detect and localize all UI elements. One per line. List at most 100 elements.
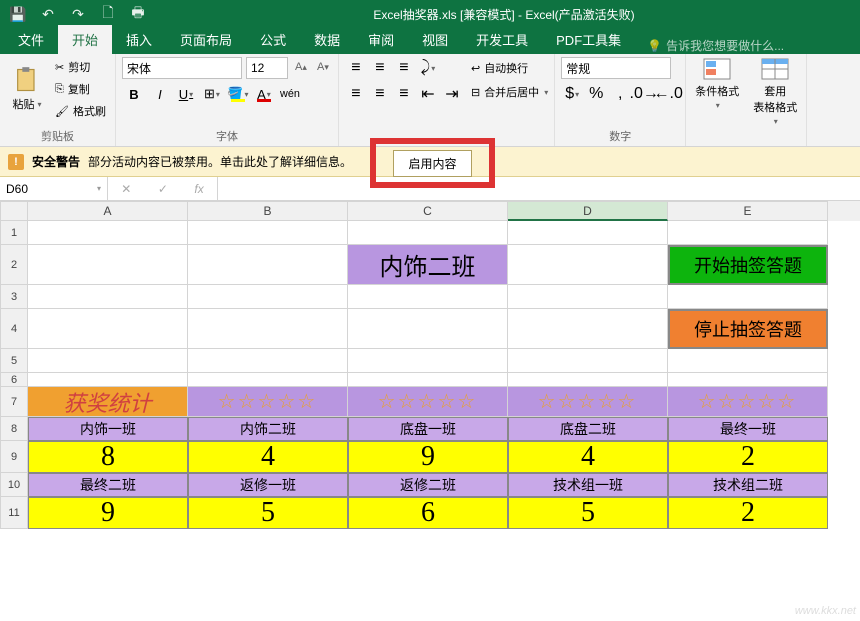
new-icon[interactable]: 🗋	[94, 3, 122, 25]
row-header-11[interactable]: 11	[0, 497, 28, 529]
cell[interactable]	[508, 245, 668, 285]
font-size-select[interactable]	[246, 57, 288, 79]
cell[interactable]	[188, 221, 348, 245]
number-format-select[interactable]	[561, 57, 671, 79]
underline-button[interactable]: U▾	[174, 83, 198, 105]
align-center-button[interactable]: ≡	[369, 83, 391, 105]
fill-color-button[interactable]: 🪣▾	[226, 83, 250, 105]
cell[interactable]	[668, 285, 828, 309]
italic-button[interactable]: I	[148, 83, 172, 105]
inc-decimal-button[interactable]: .0→	[633, 83, 655, 105]
align-middle-button[interactable]: ≡	[369, 57, 391, 79]
percent-button[interactable]: %	[585, 83, 607, 105]
comma-button[interactable]: ,	[609, 83, 631, 105]
indent-dec-button[interactable]: ⇤	[417, 83, 439, 105]
orientation-button[interactable]: ⤸▾	[417, 57, 439, 79]
cell[interactable]	[188, 309, 348, 349]
table-format-button[interactable]: 套用 表格格式▾	[750, 57, 800, 126]
cell[interactable]	[28, 245, 188, 285]
paste-button[interactable]: 粘贴▾	[6, 57, 48, 121]
cell[interactable]	[348, 373, 508, 387]
tab-insert[interactable]: 插入	[112, 25, 166, 54]
cut-button[interactable]: ✂剪切	[52, 57, 109, 77]
align-top-button[interactable]: ≡	[345, 57, 367, 79]
wrap-text-button[interactable]: ↩自动换行	[471, 57, 548, 79]
copy-button[interactable]: ⎘复制	[52, 79, 109, 99]
row-header-4[interactable]: 4	[0, 309, 28, 349]
row-header-5[interactable]: 5	[0, 349, 28, 373]
currency-button[interactable]: $▾	[561, 83, 583, 105]
cell[interactable]	[508, 309, 668, 349]
row-header-2[interactable]: 2	[0, 245, 28, 285]
align-right-button[interactable]: ≡	[393, 83, 415, 105]
fx-icon[interactable]: fx	[194, 182, 203, 196]
redo-icon[interactable]: ↷	[64, 3, 92, 25]
dec-decimal-button[interactable]: ←.0	[657, 83, 679, 105]
col-header-D[interactable]: D	[508, 201, 668, 221]
cancel-icon[interactable]: ✕	[121, 182, 131, 196]
name-box[interactable]: D60▾	[0, 177, 108, 200]
conditional-format-button[interactable]: 条件格式▾	[692, 57, 742, 126]
shrink-font-icon[interactable]: A▾	[314, 57, 332, 77]
tab-file[interactable]: 文件	[4, 25, 58, 54]
enter-icon[interactable]: ✓	[158, 182, 168, 196]
col-header-B[interactable]: B	[188, 201, 348, 221]
cell[interactable]	[348, 309, 508, 349]
align-left-button[interactable]: ≡	[345, 83, 367, 105]
tell-me-search[interactable]: 💡告诉我您想要做什么...	[647, 37, 784, 54]
phonetic-button[interactable]: wén	[278, 83, 302, 105]
row-header-1[interactable]: 1	[0, 221, 28, 245]
cell[interactable]	[348, 221, 508, 245]
cell[interactable]	[348, 349, 508, 373]
merge-center-button[interactable]: ⊟合并后居中▾	[471, 81, 548, 103]
select-all-button[interactable]	[0, 201, 28, 221]
cell[interactable]	[508, 349, 668, 373]
cell[interactable]	[28, 349, 188, 373]
row-header-3[interactable]: 3	[0, 285, 28, 309]
font-color-button[interactable]: A▾	[252, 83, 276, 105]
enable-content-button[interactable]: 启用内容	[393, 150, 471, 177]
stop-lottery-button[interactable]: 停止抽签答题	[668, 309, 828, 349]
cell[interactable]	[28, 285, 188, 309]
cell[interactable]	[668, 221, 828, 245]
cell[interactable]	[188, 373, 348, 387]
row-header-7[interactable]: 7	[0, 387, 28, 417]
cell[interactable]	[188, 349, 348, 373]
row-header-6[interactable]: 6	[0, 373, 28, 387]
cell[interactable]	[508, 285, 668, 309]
undo-icon[interactable]: ↶	[34, 3, 62, 25]
tab-data[interactable]: 数据	[300, 25, 354, 54]
tab-developer[interactable]: 开发工具	[462, 25, 542, 54]
col-header-A[interactable]: A	[28, 201, 188, 221]
align-bottom-button[interactable]: ≡	[393, 57, 415, 79]
cell[interactable]	[188, 245, 348, 285]
cell[interactable]	[188, 285, 348, 309]
cell[interactable]	[28, 221, 188, 245]
row-header-8[interactable]: 8	[0, 417, 28, 441]
cell[interactable]	[508, 373, 668, 387]
bold-button[interactable]: B	[122, 83, 146, 105]
tab-review[interactable]: 审阅	[354, 25, 408, 54]
cell[interactable]	[668, 349, 828, 373]
row-header-10[interactable]: 10	[0, 473, 28, 497]
font-name-select[interactable]	[122, 57, 242, 79]
cell[interactable]	[28, 373, 188, 387]
cell[interactable]	[668, 373, 828, 387]
start-lottery-button[interactable]: 开始抽签答题	[668, 245, 828, 285]
col-header-E[interactable]: E	[668, 201, 828, 221]
indent-inc-button[interactable]: ⇥	[441, 83, 463, 105]
format-painter-button[interactable]: 🖌格式刷	[52, 101, 109, 121]
cell[interactable]	[28, 309, 188, 349]
save-icon[interactable]: 💾	[4, 3, 32, 25]
tab-pagelayout[interactable]: 页面布局	[166, 25, 246, 54]
tab-pdf[interactable]: PDF工具集	[542, 25, 635, 54]
grow-font-icon[interactable]: A▴	[292, 57, 310, 77]
formula-input[interactable]	[218, 177, 860, 200]
tab-home[interactable]: 开始	[58, 25, 112, 54]
row-header-9[interactable]: 9	[0, 441, 28, 473]
cell[interactable]	[348, 285, 508, 309]
tab-view[interactable]: 视图	[408, 25, 462, 54]
cell[interactable]	[508, 221, 668, 245]
tab-formulas[interactable]: 公式	[246, 25, 300, 54]
print-icon[interactable]: 🖶	[124, 3, 152, 25]
